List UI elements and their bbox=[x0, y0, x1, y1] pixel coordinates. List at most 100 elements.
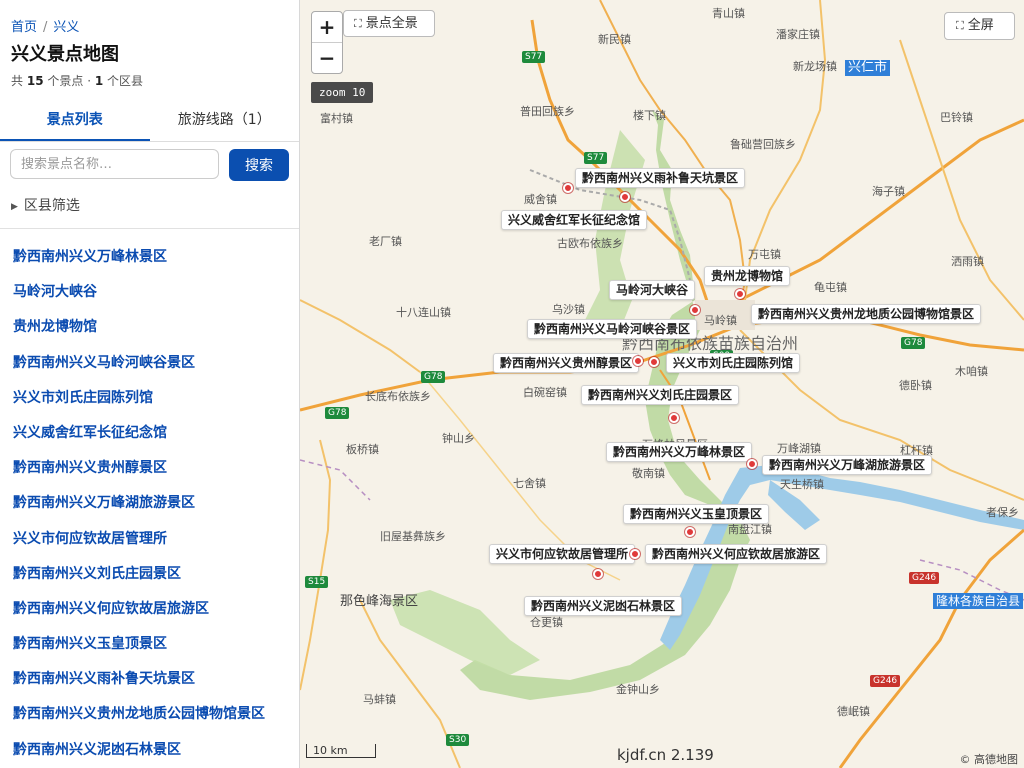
spot-list-item[interactable]: 黔西南州兴义万峰林景区 bbox=[0, 240, 299, 275]
place-label: 鲁础营回族乡 bbox=[730, 138, 796, 151]
location-marker-icon[interactable] bbox=[633, 356, 643, 366]
district-filter-toggle[interactable]: ▶ 区县筛选 bbox=[11, 195, 80, 215]
spot-list-item[interactable]: 黔西南州兴义贵州醇景区 bbox=[0, 451, 299, 486]
scale-bar: 10 km bbox=[306, 744, 376, 758]
spot-map-label[interactable]: 黔西南州兴义万峰湖旅游景区 bbox=[762, 455, 933, 475]
page-title: 兴义景点地图 bbox=[11, 44, 119, 65]
place-label: 新龙场镇 bbox=[793, 60, 837, 73]
spot-list-item[interactable]: 黔西南州兴义泥凼石林景区 bbox=[0, 733, 299, 768]
breadcrumb: 首页 / 兴义 bbox=[11, 16, 79, 35]
spot-map-label[interactable]: 黔西南州兴义刘氏庄园景区 bbox=[581, 385, 740, 405]
location-marker-icon[interactable] bbox=[630, 549, 640, 559]
place-label: 天生桥镇 bbox=[780, 478, 824, 491]
breadcrumb-home-link[interactable]: 首页 bbox=[11, 20, 37, 35]
overview-label: 景点全景 bbox=[365, 16, 418, 31]
place-label: 海子镇 bbox=[872, 185, 905, 198]
breadcrumb-region-link[interactable]: 兴义 bbox=[53, 20, 79, 35]
place-label: 仓更镇 bbox=[530, 616, 563, 629]
spot-list-item[interactable]: 黔西南州兴义万峰湖旅游景区 bbox=[0, 486, 299, 521]
location-marker-icon[interactable] bbox=[649, 357, 659, 367]
location-marker-icon[interactable] bbox=[685, 527, 695, 537]
tab-spot-list[interactable]: 景点列表 bbox=[0, 100, 150, 141]
highway-shield: G78 bbox=[421, 371, 446, 383]
place-label: 万屯镇 bbox=[748, 248, 781, 261]
spot-map-label[interactable]: 贵州龙博物馆 bbox=[704, 266, 791, 286]
spot-map-label[interactable]: 黔西南州兴义马岭河峡谷景区 bbox=[527, 319, 698, 339]
spot-map-label[interactable]: 兴义市何应钦故居管理所 bbox=[489, 544, 636, 564]
divider bbox=[0, 228, 299, 229]
location-marker-icon[interactable] bbox=[593, 569, 603, 579]
zoom-out-button[interactable]: − bbox=[312, 43, 342, 73]
place-label: 七舍镇 bbox=[513, 477, 546, 490]
expand-icon: ⛶ bbox=[354, 17, 362, 30]
spot-map-label[interactable]: 黔西南州兴义泥凼石林景区 bbox=[524, 596, 683, 616]
overview-button[interactable]: ⛶ 景点全景 bbox=[343, 10, 435, 37]
place-label: 青山镇 bbox=[712, 7, 745, 20]
spot-list-item[interactable]: 兴义威舍红军长征纪念馆 bbox=[0, 416, 299, 451]
place-label: 金钟山乡 bbox=[616, 683, 660, 696]
place-label: 万峰湖镇 bbox=[777, 442, 821, 455]
place-label: 钟山乡 bbox=[442, 432, 475, 445]
spot-list-item[interactable]: 马岭河大峡谷 bbox=[0, 275, 299, 310]
spot-map-label[interactable]: 兴义威舍红军长征纪念馆 bbox=[501, 210, 648, 230]
place-label: 洒雨镇 bbox=[951, 255, 984, 268]
spot-map-label[interactable]: 兴义市刘氏庄园陈列馆 bbox=[666, 353, 801, 373]
spot-map-label[interactable]: 黔西南州兴义何应钦故居旅游区 bbox=[645, 544, 828, 564]
spot-map-label[interactable]: 黔西南州兴义贵州龙地质公园博物馆景区 bbox=[751, 304, 982, 324]
spot-map-label[interactable]: 黔西南州兴义贵州醇景区 bbox=[493, 353, 640, 373]
spot-list-item[interactable]: 黔西南州兴义何应钦故居旅游区 bbox=[0, 592, 299, 627]
place-label: 乌沙镇 bbox=[552, 303, 585, 316]
location-marker-icon[interactable] bbox=[620, 192, 630, 202]
highway-shield: S15 bbox=[305, 576, 329, 588]
spot-map-label[interactable]: 黔西南州兴义玉皇顶景区 bbox=[623, 504, 770, 524]
spot-list-item[interactable]: 黔西南州兴义刘氏庄园景区 bbox=[0, 557, 299, 592]
spot-list-item[interactable]: 黔西南州兴义雨补鲁天坑景区 bbox=[0, 662, 299, 697]
spot-count: 15 bbox=[26, 74, 44, 88]
spot-list-item[interactable]: 贵州龙博物馆 bbox=[0, 310, 299, 345]
district-unit: 个区县 bbox=[107, 74, 144, 88]
place-label: 板桥镇 bbox=[346, 443, 379, 456]
place-label: 龟屯镇 bbox=[814, 281, 847, 294]
highway-shield: S30 bbox=[446, 734, 470, 746]
region-label-longlin: 隆林各族自治县 bbox=[933, 593, 1024, 609]
spot-stats: 共 15 个景点 · 1 个区县 bbox=[11, 72, 143, 89]
tab-bar: 景点列表 旅游线路（1） bbox=[0, 100, 299, 142]
place-label: 楼下镇 bbox=[633, 109, 666, 122]
location-marker-icon[interactable] bbox=[735, 289, 745, 299]
place-label: 木咱镇 bbox=[955, 365, 988, 378]
highway-shield: S77 bbox=[522, 51, 546, 63]
spot-map-label[interactable]: 黔西南州兴义万峰林景区 bbox=[606, 442, 753, 462]
spot-map-label[interactable]: 黔西南州兴义雨补鲁天坑景区 bbox=[575, 168, 746, 188]
location-marker-icon[interactable] bbox=[563, 183, 573, 193]
highway-shield: G246 bbox=[870, 675, 901, 687]
spot-list-item[interactable]: 黔西南州兴义玉皇顶景区 bbox=[0, 627, 299, 662]
place-label: 老厂镇 bbox=[369, 235, 402, 248]
spot-list-item[interactable]: 黔西南州兴义贵州龙地质公园博物馆景区 bbox=[0, 697, 299, 732]
district-count: 1 bbox=[94, 74, 104, 88]
fullscreen-icon: ⛶ bbox=[956, 19, 964, 32]
search-button[interactable]: 搜索 bbox=[229, 149, 289, 181]
tab-routes[interactable]: 旅游线路（1） bbox=[150, 100, 300, 141]
place-label: 马蚌镇 bbox=[363, 693, 396, 706]
map[interactable]: 青山镇 潘家庄镇 新民镇 新龙场镇 富村镇 普田回族乡 楼下镇 鲁础营回族乡 巴铃镇 海子镇 威舍镇… bbox=[300, 0, 1024, 768]
fullscreen-button[interactable]: ⛶ 全屏 bbox=[944, 12, 1015, 40]
place-label: 古欧布依族乡 bbox=[557, 237, 623, 250]
search-input[interactable] bbox=[10, 149, 219, 179]
zoom-in-button[interactable]: + bbox=[312, 12, 342, 43]
spot-list-item[interactable]: 兴义市何应钦故居管理所 bbox=[0, 522, 299, 557]
highway-shield: S77 bbox=[584, 152, 608, 164]
place-label: 巴铃镇 bbox=[940, 111, 973, 124]
zoom-level-badge: zoom 10 bbox=[311, 82, 374, 103]
place-label: 普田回族乡 bbox=[520, 105, 575, 118]
location-marker-icon[interactable] bbox=[669, 413, 679, 423]
place-label: 十八连山镇 bbox=[396, 306, 451, 319]
spot-unit: 个景点 · bbox=[47, 74, 92, 88]
spot-list: 黔西南州兴义万峰林景区 马岭河大峡谷 贵州龙博物馆 黔西南州兴义马岭河峡谷景区 兴义市刘… bbox=[0, 240, 299, 768]
spot-map-label[interactable]: 马岭河大峡谷 bbox=[609, 280, 696, 300]
spot-list-item[interactable]: 黔西南州兴义马岭河峡谷景区 bbox=[0, 346, 299, 381]
spot-list-item[interactable]: 兴义市刘氏庄园陈列馆 bbox=[0, 381, 299, 416]
place-label: 威舍镇 bbox=[524, 193, 557, 206]
location-marker-icon[interactable] bbox=[747, 459, 757, 469]
fullscreen-label: 全屏 bbox=[967, 18, 994, 33]
location-marker-icon[interactable] bbox=[690, 305, 700, 315]
